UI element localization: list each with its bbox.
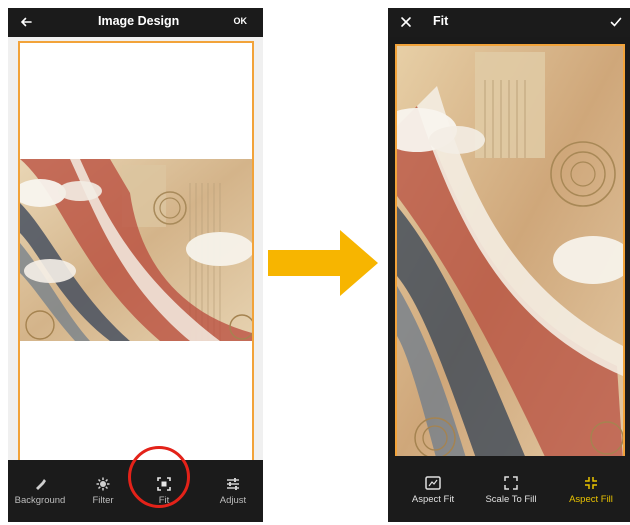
- back-arrow-icon[interactable]: [16, 12, 36, 32]
- ok-button[interactable]: OK: [234, 16, 248, 26]
- aspect-fit-option[interactable]: Aspect Fit: [400, 476, 466, 505]
- aspect-fill-icon: [585, 477, 597, 489]
- scale-to-fill-icon: [504, 476, 518, 490]
- right-phone-screen: Fit Aspect Fit Scale To Fill Aspect Fill: [388, 8, 630, 522]
- brush-icon: [36, 479, 46, 490]
- fit-top-bar: Fit: [388, 8, 630, 37]
- filter-tool[interactable]: Filter: [80, 477, 126, 506]
- fit-options-bar: Aspect Fit Scale To Fill Aspect Fill: [388, 456, 630, 522]
- filter-label: Filter: [92, 495, 114, 506]
- fit-highlight-circle: [128, 446, 190, 508]
- top-bar: Image Design OK: [8, 8, 263, 37]
- scale-to-fill-option[interactable]: Scale To Fill: [476, 476, 546, 505]
- fit-title: Fit: [433, 14, 449, 28]
- artwork-image: [20, 43, 252, 460]
- fit-image-canvas[interactable]: [395, 44, 625, 463]
- image-canvas[interactable]: [18, 41, 254, 462]
- aspect-fit-label: Aspect Fit: [411, 494, 455, 505]
- aspect-fit-icon: [425, 476, 441, 490]
- confirm-check-icon[interactable]: [606, 12, 626, 32]
- background-tool[interactable]: Background: [10, 477, 70, 506]
- adjust-label: Adjust: [219, 495, 247, 506]
- aspect-fill-label: Aspect Fill: [569, 494, 613, 505]
- sliders-icon: [227, 478, 239, 490]
- page-title: Image Design: [98, 14, 180, 28]
- background-label: Background: [14, 495, 66, 506]
- adjust-tool[interactable]: Adjust: [210, 477, 256, 506]
- scale-to-fill-label: Scale To Fill: [485, 494, 537, 505]
- close-icon[interactable]: [396, 12, 416, 32]
- transition-arrow-icon: [268, 230, 378, 296]
- left-phone-screen: Image Design OK Background Filter Fit Ad…: [8, 8, 263, 522]
- artwork-image-filled: [397, 46, 623, 461]
- filter-icon: [96, 477, 110, 491]
- aspect-fill-option[interactable]: Aspect Fill: [558, 476, 624, 505]
